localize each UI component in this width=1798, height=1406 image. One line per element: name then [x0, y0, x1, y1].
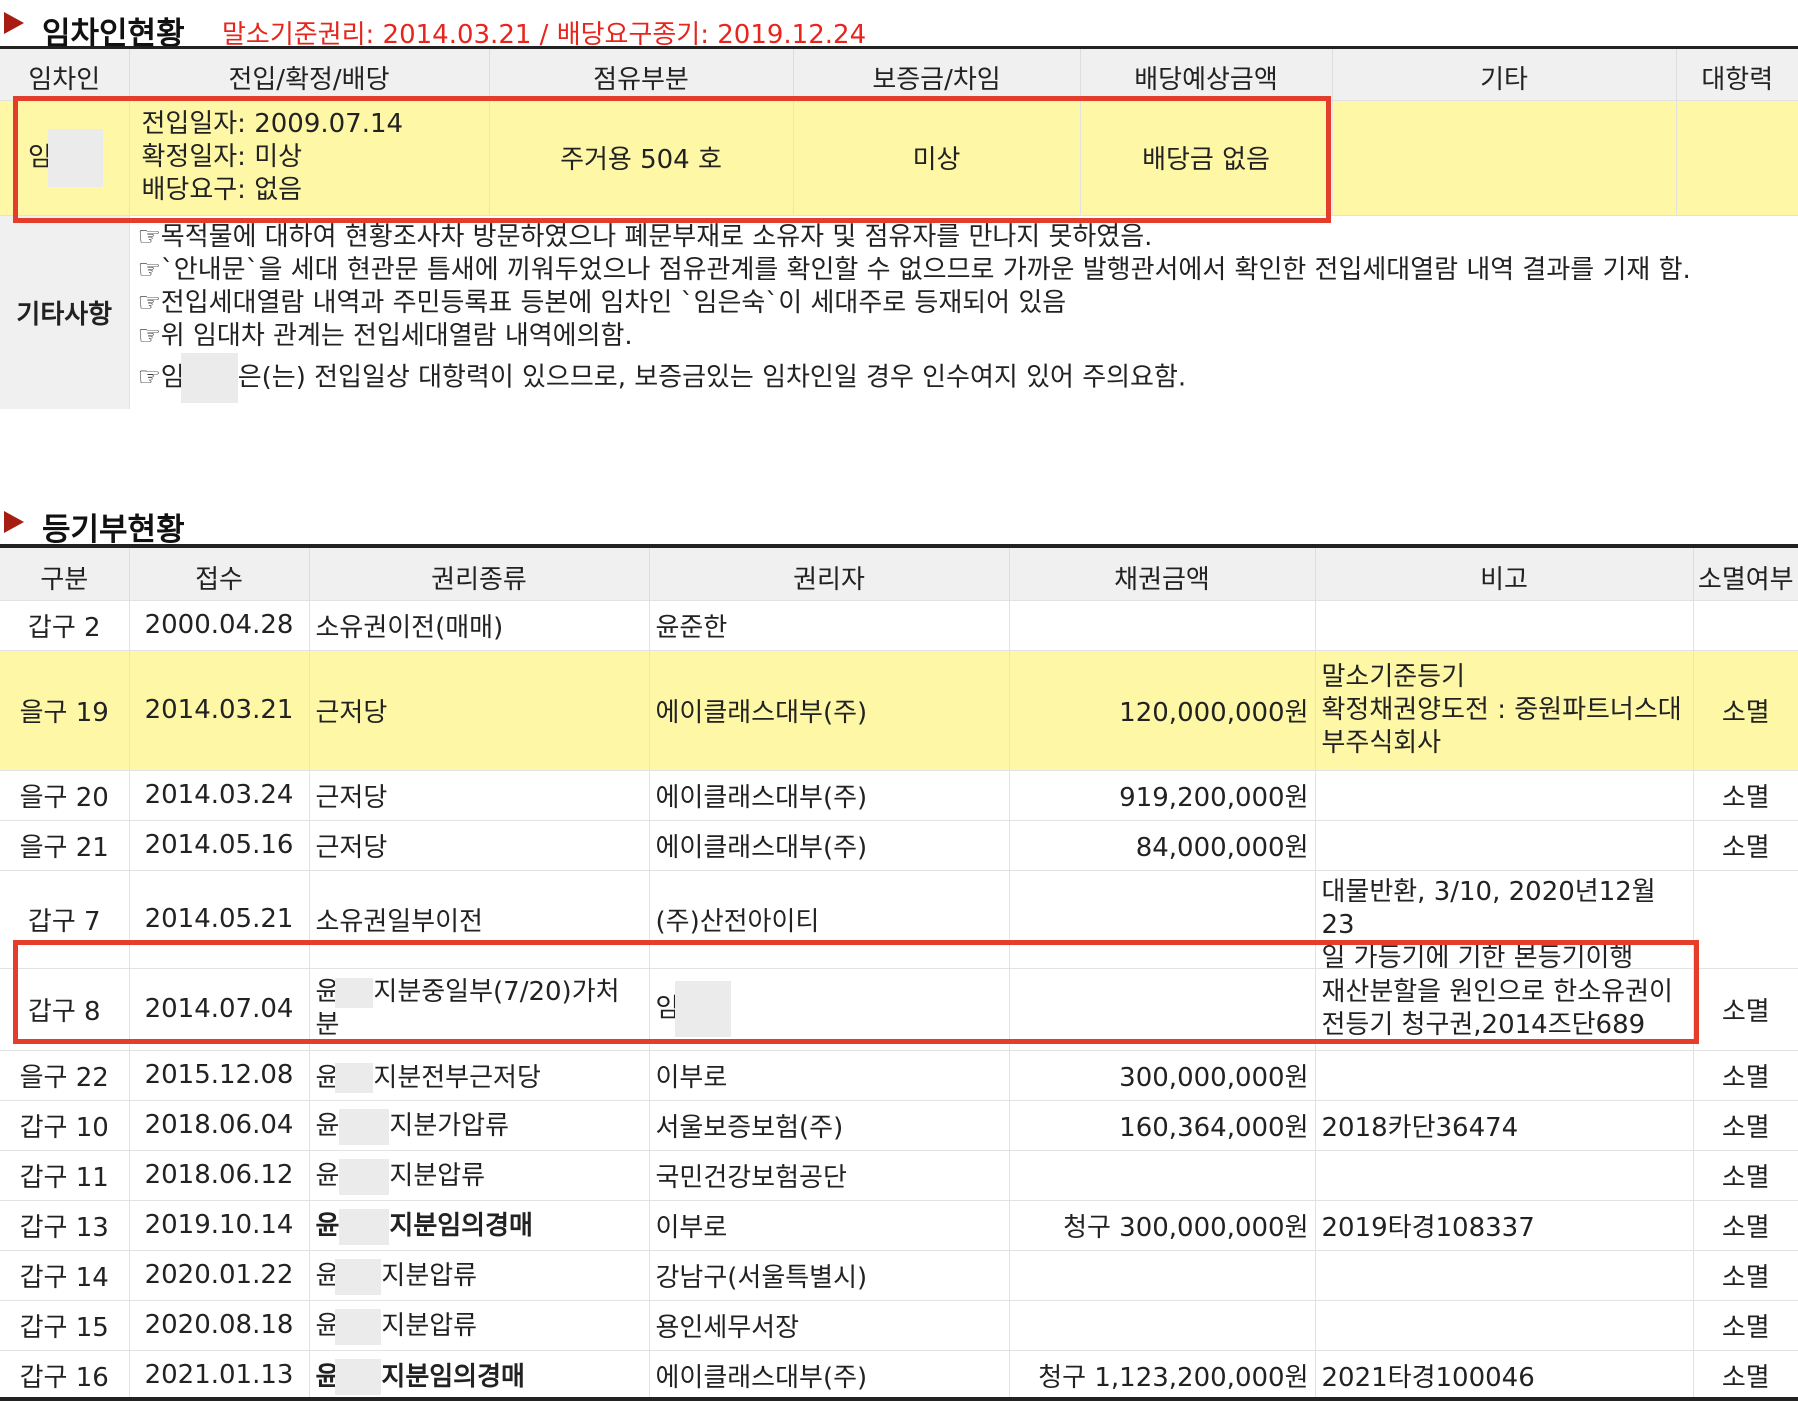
col-remarks: 비고 — [1314, 548, 1693, 600]
table-bottom-rule — [0, 1397, 1798, 1401]
registry-row: 갑구 16 2021.01.13 윤 지분임의경매 에이클래스대부(주) 청구 1… — [0, 1349, 1798, 1400]
col-move-in: 전입/확정/배당 — [128, 49, 489, 100]
registry-row: 을구 21 2014.05.16 근저당 에이클래스대부(주) 84,000,0… — [0, 819, 1798, 870]
redacted-mask — [335, 1063, 374, 1093]
tenant-section-header: 임차인현황 말소기준권리: 2014.03.21 / 배당요구종기: 2019.… — [0, 6, 1798, 52]
col-dividend: 배당예상금액 — [1079, 49, 1332, 100]
notes-content: ☞목적물에 대하여 현황조사차 방문하였으나 폐문부재로 소유자 및 점유자를 … — [128, 214, 1798, 409]
redacted-mask — [335, 1258, 382, 1295]
tenant-opposing — [1675, 99, 1798, 215]
col-etc: 기타 — [1331, 49, 1676, 100]
registry-row: 갑구 13 2019.10.14 윤 지분임의경매 이부로 청구 300,000,… — [0, 1199, 1798, 1250]
redacted-mask — [180, 353, 238, 404]
section-bullet-icon — [4, 511, 24, 533]
registry-row: 을구 20 2014.03.24 근저당 에이클래스대부(주) 919,200,… — [0, 769, 1798, 820]
note-5: ☞임 은(는) 전입일상 대항력이 있으므로, 보증금있는 임차인일 경우 인수여… — [138, 353, 1793, 404]
registry-section-title: 등기부현황 — [42, 512, 185, 548]
redacted-mask — [335, 977, 374, 1008]
tenant-notes-row: 기타사항 ☞목적물에 대하여 현황조사차 방문하였으나 폐문부재로 소유자 및 … — [0, 214, 1798, 409]
col-opposing: 대항력 — [1675, 49, 1798, 100]
registry-row: 갑구 10 2018.06.04 윤 지분가압류 서울보증보험(주) 160,36… — [0, 1099, 1798, 1150]
note-2: ☞`안내문`을 세대 현관문 틈새에 끼워두었으나 점유관계를 확인할 수 없으… — [137, 255, 1691, 286]
redacted-mask — [335, 1308, 382, 1345]
tenant-etc — [1331, 99, 1676, 215]
col-receipt: 접수 — [128, 548, 309, 600]
registry-table: 구분 접수 권리종류 권리자 채권금액 비고 소멸여부 갑구 2 2000.04… — [0, 548, 1798, 1400]
redacted-mask — [339, 1158, 390, 1195]
redacted-mask — [335, 1359, 382, 1395]
col-occupied: 점유부분 — [488, 49, 793, 100]
registry-row: 갑구 11 2018.06.12 윤 지분압류 국민건강보험공단 소멸 — [0, 1149, 1798, 1200]
registry-header-row: 구분 접수 권리종류 권리자 채권금액 비고 소멸여부 — [0, 548, 1798, 600]
registry-row: 갑구 2 2000.04.28 소유권이전(매매) 윤준한 — [0, 599, 1798, 650]
registry-row: 갑구 8 2014.07.04 윤 지분중일부(7/20)가처 분 임 재산분할을… — [0, 967, 1798, 1050]
tenant-row: 임 전입일자: 2009.07.14 확정일자: 미상 배당요구: 없음 주거용… — [0, 99, 1798, 215]
col-right-type: 권리종류 — [308, 548, 649, 600]
tenant-name: 임 — [0, 99, 129, 215]
col-deposit: 보증금/차임 — [792, 49, 1080, 100]
col-category: 구분 — [0, 548, 129, 600]
registry-row: 을구 19 2014.03.21 근저당 에이클래스대부(주) 120,000,… — [0, 649, 1798, 770]
note-4: ☞위 임대차 관계는 전입세대열람 내역에의함. — [137, 321, 633, 352]
redacted-mask — [339, 1208, 390, 1245]
tenant-dates: 전입일자: 2009.07.14 확정일자: 미상 배당요구: 없음 — [128, 99, 489, 215]
tenant-occupied: 주거용 504 호 — [488, 99, 793, 215]
registry-row: 갑구 15 2020.08.18 윤 지분압류 용인세무서장 소멸 — [0, 1299, 1798, 1350]
notes-label: 기타사항 — [0, 214, 129, 409]
redacted-mask — [339, 1108, 390, 1145]
col-extinction: 소멸여부 — [1692, 548, 1798, 600]
registry-row: 갑구 7 2014.05.21 소유권일부이전 (주)산전아이티 대물반환, 3… — [0, 869, 1798, 968]
registry-section-header: 등기부현황 — [0, 502, 1798, 548]
tenant-dividend: 배당금 없음 — [1079, 99, 1332, 215]
section-bullet-icon — [4, 12, 24, 34]
registry-row: 을구 22 2015.12.08 윤 지분전부근저당 이부로 300,000,00… — [0, 1049, 1798, 1100]
col-tenant: 임차인 — [0, 49, 129, 100]
col-amount: 채권금액 — [1008, 548, 1315, 600]
note-3: ☞전입세대열람 내역과 주민등록표 등본에 임차인 `임은숙`이 세대주로 등재… — [137, 288, 1067, 319]
registry-row: 갑구 14 2020.01.22 윤 지분압류 강남구(서울특별시) 소멸 — [0, 1249, 1798, 1300]
col-right-holder: 권리자 — [648, 548, 1009, 600]
redacted-mask — [675, 981, 732, 1037]
tenant-deposit: 미상 — [792, 99, 1080, 215]
note-1: ☞목적물에 대하여 현황조사차 방문하였으나 폐문부재로 소유자 및 점유자를 … — [137, 222, 1153, 253]
tenant-table: 임차인 전입/확정/배당 점유부분 보증금/차임 배당예상금액 기타 대항력 임… — [0, 49, 1798, 409]
tenant-header-row: 임차인 전입/확정/배당 점유부분 보증금/차임 배당예상금액 기타 대항력 — [0, 49, 1798, 100]
redacted-mask — [47, 128, 103, 187]
